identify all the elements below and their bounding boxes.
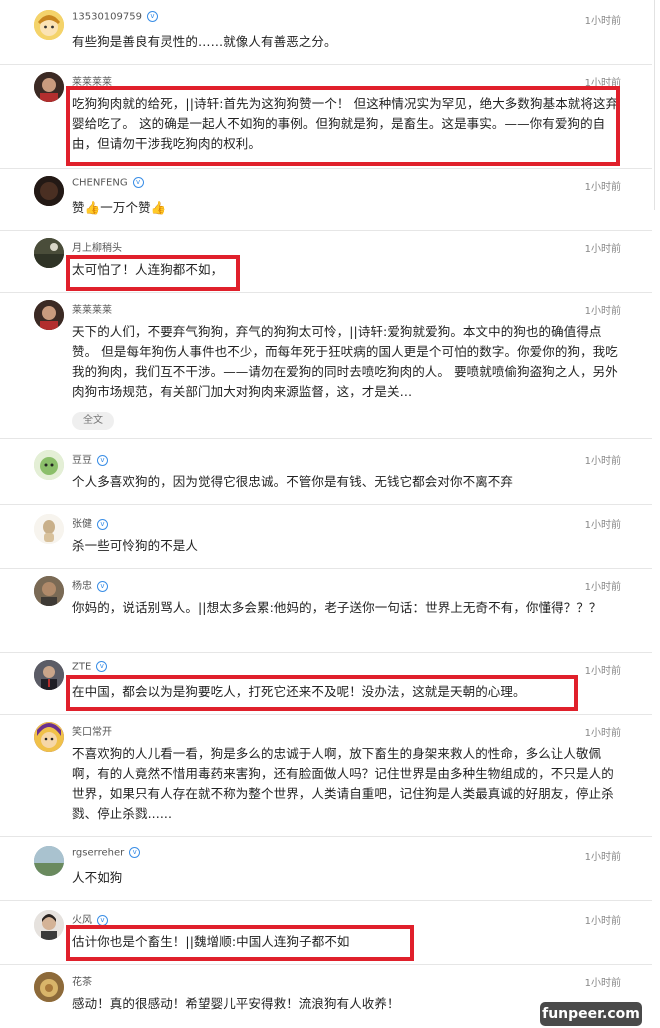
comment-item: 杨忠 v 1小时前 你妈的，说话别骂人。||想太多会累:他妈的，老子送你一句话：世… [0, 576, 652, 653]
username[interactable]: 莱莱莱莱 [72, 301, 112, 316]
timestamp: 1小时前 [584, 666, 621, 677]
username[interactable]: 笑口常开 [72, 723, 112, 738]
username[interactable]: ZTE v [72, 661, 108, 673]
avatar[interactable] [34, 722, 64, 752]
comment-text: 赞👍一万个赞👍 [72, 200, 167, 215]
avatar[interactable] [34, 514, 64, 544]
username[interactable]: 月上柳稍头 [72, 239, 122, 254]
comment-text: 不喜欢狗的人儿看一看，狗是多么的忠诚于人啊，放下畜生的身架来救人的性命，多么让人… [72, 746, 614, 821]
timestamp: 1小时前 [584, 582, 621, 593]
timestamp: 1小时前 [584, 456, 621, 467]
comment-item: 笑口常开 1小时前 不喜欢狗的人儿看一看，狗是多么的忠诚于人啊，放下畜生的身架来… [0, 722, 652, 837]
username[interactable]: CHENFENG v [72, 177, 144, 189]
timestamp: 1小时前 [584, 182, 621, 193]
avatar[interactable] [34, 660, 64, 690]
avatar[interactable] [34, 10, 64, 40]
highlight-box [66, 255, 240, 291]
comment-item: 张健 v 1小时前 杀一些可怜狗的不是人 [0, 514, 652, 569]
verified-icon: v [97, 454, 108, 466]
highlight-box [66, 675, 578, 711]
comment-text: 有些狗是善良有灵性的……就像人有善恶之分。 [72, 34, 337, 49]
username[interactable]: 13530109759 v [72, 11, 158, 23]
timestamp: 1小时前 [584, 852, 621, 863]
avatar[interactable] [34, 576, 64, 606]
timestamp: 1小时前 [584, 16, 621, 27]
comment-item: 莱莱莱莱 1小时前 天下的人们，不要弃气狗狗，弃气的狗狗太可怜，||诗轩:爱狗就… [0, 300, 652, 439]
avatar[interactable] [34, 972, 64, 1002]
username[interactable]: 火风 v [72, 911, 108, 926]
avatar[interactable] [34, 176, 64, 206]
timestamp: 1小时前 [584, 306, 621, 317]
comment-item: 13530109759 v 1小时前 有些狗是善良有灵性的……就像人有善恶之分。 [0, 10, 652, 65]
timestamp: 1小时前 [584, 978, 621, 989]
username[interactable]: rgserreher v [72, 847, 141, 859]
comment-text: 你妈的，说话别骂人。||想太多会累:他妈的，老子送你一句话：世界上无奇不有，你懂… [72, 600, 602, 615]
comment-text: 人不如狗 [72, 870, 123, 885]
comment-text: 个人多喜欢狗的，因为觉得它很忠诚。不管你是有钱、无钱它都会对你不离不弃 [72, 474, 514, 489]
username[interactable]: 杨忠 v [72, 577, 108, 592]
verified-icon: v [129, 847, 141, 858]
username[interactable]: 张健 v [72, 515, 108, 530]
timestamp: 1小时前 [584, 244, 621, 255]
avatar[interactable] [34, 910, 64, 940]
comment-item: CHENFENG v 1小时前 赞👍一万个赞👍 [0, 176, 652, 231]
verified-icon: v [97, 580, 108, 592]
username[interactable]: 花茶 [72, 973, 92, 988]
comment-text: 杀一些可怜狗的不是人 [72, 538, 199, 553]
scrollbar-track[interactable] [654, 0, 655, 210]
username[interactable]: 豆豆 v [72, 451, 108, 466]
avatar[interactable] [34, 450, 64, 480]
full-text-button[interactable]: 全文 [72, 412, 114, 430]
verified-icon: v [147, 11, 158, 22]
avatar[interactable] [34, 72, 64, 102]
comment-item: rgserreher v 1小时前 人不如狗 [0, 846, 652, 901]
timestamp: 1小时前 [584, 916, 621, 927]
verified-icon: v [96, 661, 108, 672]
avatar[interactable] [34, 846, 64, 876]
verified-icon: v [132, 177, 144, 188]
verified-icon: v [97, 518, 108, 530]
avatar[interactable] [34, 300, 64, 330]
timestamp: 1小时前 [584, 520, 621, 531]
comment-feed: 13530109759 v 1小时前 有些狗是善良有灵性的……就像人有善恶之分。 … [0, 0, 660, 1028]
comment-item: 豆豆 v 1小时前 个人多喜欢狗的，因为觉得它很忠诚。不管你是有钱、无钱它都会对你… [0, 450, 652, 505]
highlight-box [66, 86, 620, 166]
highlight-box [66, 925, 414, 961]
verified-icon: v [97, 914, 108, 926]
avatar[interactable] [34, 238, 64, 268]
watermark: funpeer.com [540, 1002, 642, 1026]
comment-text: 天下的人们，不要弃气狗狗，弃气的狗狗太可怜，||诗轩:爱狗就爱狗。本文中的狗也的… [72, 324, 618, 399]
timestamp: 1小时前 [584, 728, 621, 739]
